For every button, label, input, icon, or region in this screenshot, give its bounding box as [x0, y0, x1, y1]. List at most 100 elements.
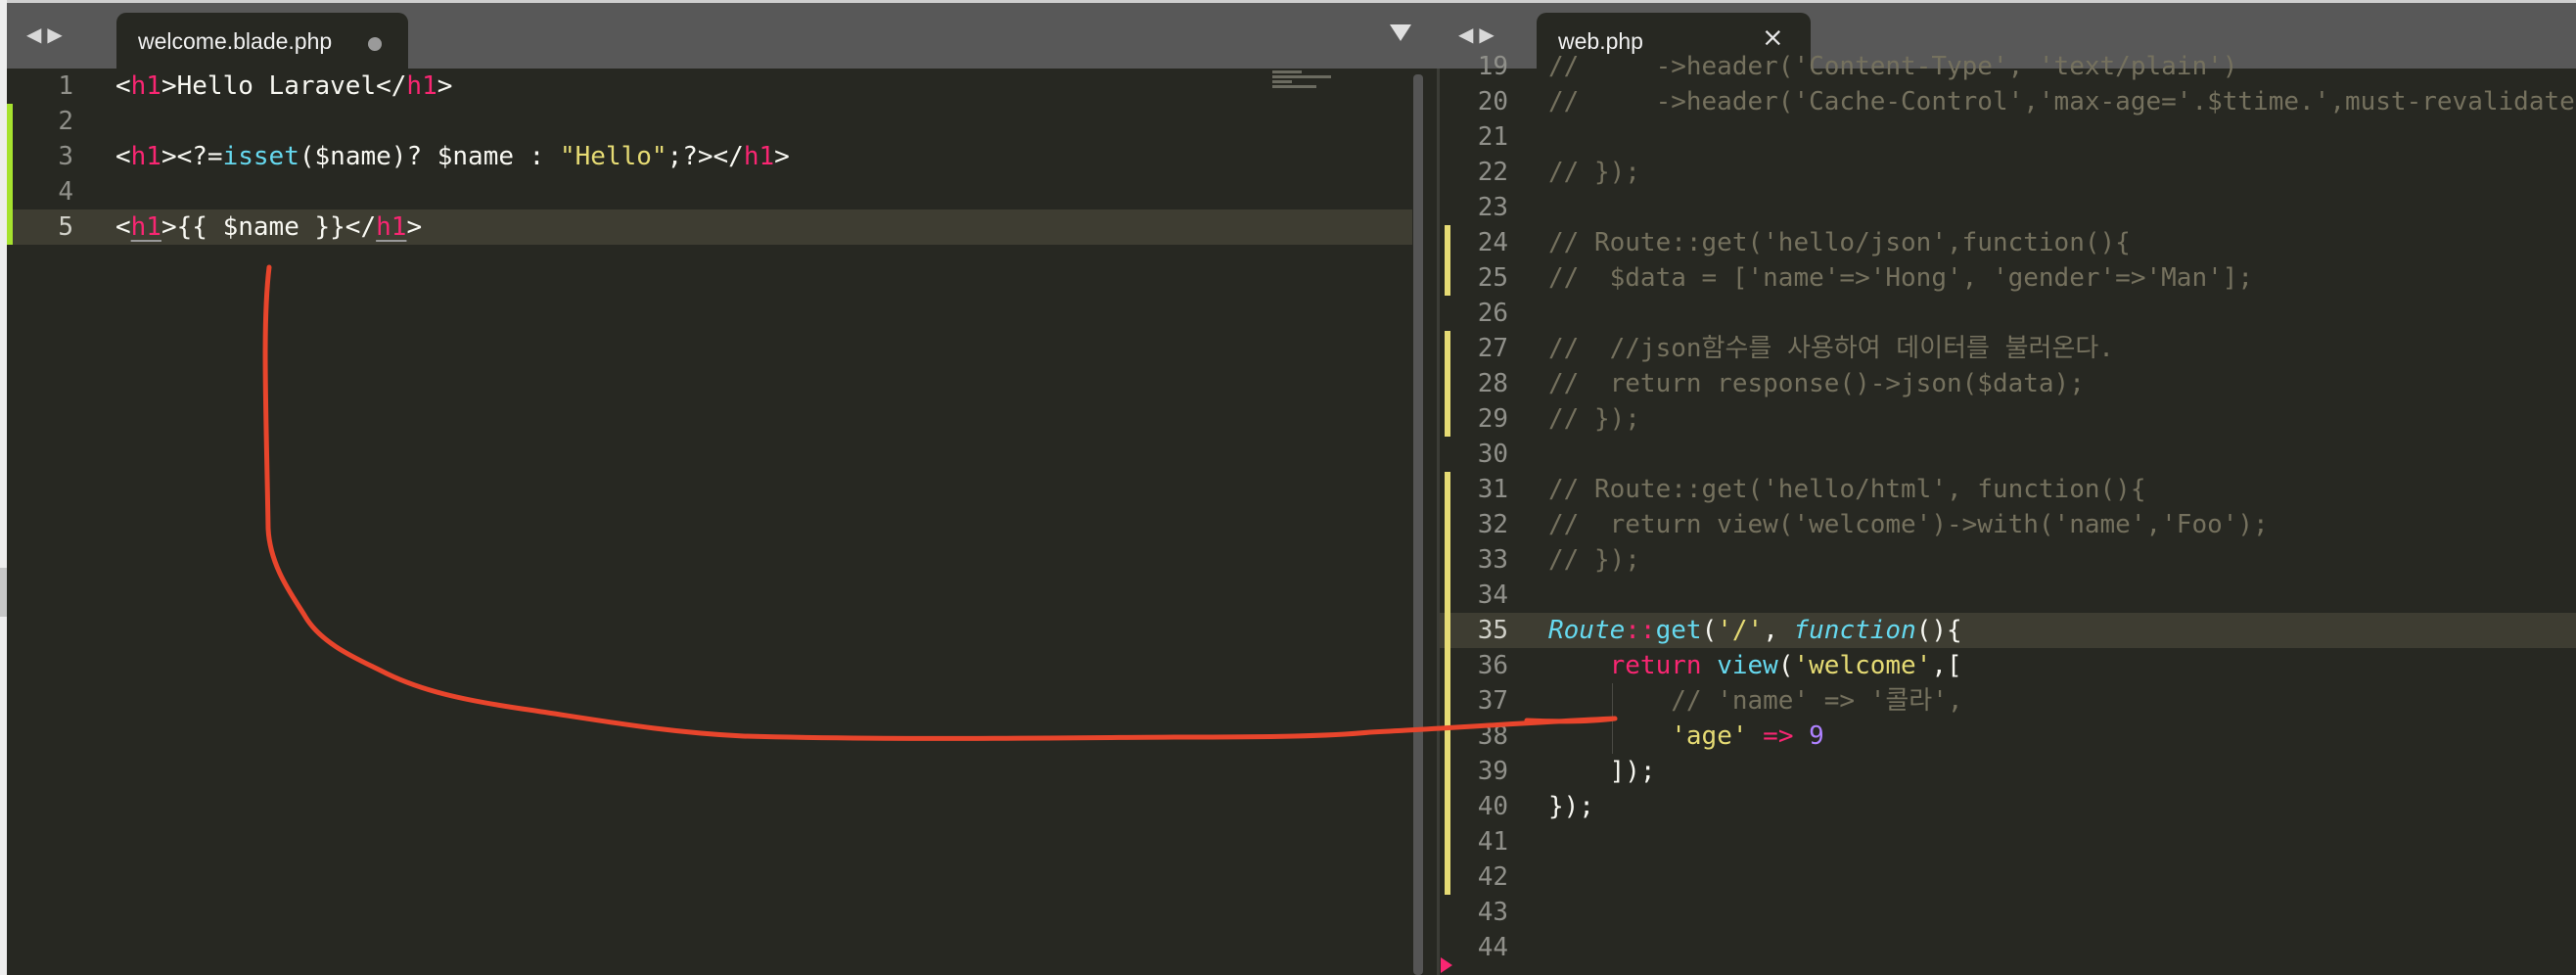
code-token: h1	[376, 212, 407, 242]
tab-dropdown-icon[interactable]	[1390, 24, 1411, 41]
code-text: // 'name' => '콜라',	[1548, 683, 1963, 719]
code-token: get	[1655, 616, 1702, 645]
line-number: 20	[1477, 87, 1508, 116]
right-code-editor[interactable]: 19 // ->header('Content-Type', 'text/plai…	[1440, 52, 2576, 965]
code-line[interactable]: 1 <h1>Hello Laravel</h1>	[7, 69, 1412, 104]
code-token: isset	[222, 142, 299, 171]
code-line[interactable]: 33 // });	[1440, 542, 2576, 578]
code-line[interactable]: 2	[7, 104, 1412, 139]
code-line[interactable]: 21	[1440, 119, 2576, 155]
code-token: ::	[1625, 616, 1656, 645]
line-number: 27	[1477, 334, 1508, 363]
code-line[interactable]: 5 <h1>{{ $name }}</h1>	[7, 209, 1412, 245]
line-number: 34	[1477, 580, 1508, 610]
code-token: h1	[130, 212, 161, 242]
code-line[interactable]: 27 // //json함수를 사용하여 데이터를 불러온다.	[1440, 331, 2576, 366]
code-line[interactable]: 23	[1440, 190, 2576, 225]
tab-welcome-blade[interactable]: welcome.blade.php	[116, 13, 408, 71]
forward-arrow-icon[interactable]: ▶	[1479, 23, 1499, 46]
line-number: 21	[1477, 122, 1508, 152]
code-text: });	[1548, 789, 1594, 824]
code-text: // Route::get('hello/json',function(){	[1548, 225, 2131, 260]
tab-bar-gap	[1419, 0, 1439, 69]
code-line[interactable]: 20 // ->header('Cache-Control','max-age='…	[1440, 84, 2576, 119]
code-line[interactable]: 42	[1440, 859, 2576, 895]
line-number: 39	[1477, 757, 1508, 786]
code-text: // ->header('Cache-Control','max-age='.$…	[1548, 84, 2576, 119]
line-number: 24	[1477, 228, 1508, 257]
code-token: ;?></	[667, 142, 744, 171]
code-line[interactable]: 25 // $data = ['name'=>'Hong', 'gender'=>…	[1440, 260, 2576, 296]
code-line[interactable]: 36 return view('welcome',[	[1440, 648, 2576, 683]
code-line[interactable]: 38 'age' => 9	[1440, 719, 2576, 754]
vertical-scrollbar[interactable]	[1413, 74, 1423, 975]
line-number: 26	[1477, 299, 1508, 328]
code-line[interactable]: 3 <h1><?=isset($name)? $name : "Hello";?>…	[7, 139, 1412, 174]
left-code-editor[interactable]: 1 <h1>Hello Laravel</h1> 2 3 <h1><?=isset($n…	[7, 69, 1412, 245]
code-line[interactable]: 4	[7, 174, 1412, 209]
code-token: // ->header('Cache-Control','max-age='.$…	[1548, 87, 2576, 116]
code-line[interactable]: 24 // Route::get('hello/json',function(){	[1440, 225, 2576, 260]
code-token: ]);	[1548, 757, 1656, 786]
code-line[interactable]: 39 ]);	[1440, 754, 2576, 789]
code-line[interactable]: 44	[1440, 930, 2576, 965]
line-number: 33	[1477, 545, 1508, 575]
line-number: 29	[1477, 404, 1508, 434]
code-token: // Route::get('hello/html', function(){	[1548, 475, 2146, 504]
code-line[interactable]: 40});	[1440, 789, 2576, 824]
code-text: // Route::get('hello/html', function(){	[1548, 472, 2145, 507]
code-line[interactable]: 41	[1440, 824, 2576, 859]
code-text: <h1><?=isset($name)? $name : "Hello";?><…	[115, 139, 790, 174]
code-token: // 'name' => '콜라',	[1671, 686, 1963, 716]
code-token: >Hello Laravel</	[161, 71, 407, 101]
code-line[interactable]: 26	[1440, 296, 2576, 331]
code-token: <	[115, 212, 131, 242]
code-token: h1	[130, 142, 161, 171]
code-line[interactable]: 35 Route::get('/', function(){	[1440, 613, 2576, 648]
unsaved-dot-icon[interactable]	[368, 37, 382, 51]
code-token: h1	[406, 71, 437, 101]
code-token: return	[1609, 651, 1702, 680]
line-number: 40	[1477, 792, 1508, 821]
code-token: // });	[1548, 545, 1640, 575]
code-line[interactable]: 30	[1440, 437, 2576, 472]
line-number: 22	[1477, 158, 1508, 187]
code-token: 9	[1809, 721, 1824, 751]
code-text: // });	[1548, 155, 1640, 190]
code-line[interactable]: 34	[1440, 578, 2576, 613]
line-number: 3	[58, 142, 73, 171]
code-line[interactable]: 32 // return view('welcome')->with('name'…	[1440, 507, 2576, 542]
code-token: =>	[1763, 721, 1794, 751]
code-line[interactable]: 37 // 'name' => '콜라',	[1440, 683, 2576, 719]
code-token: (	[1777, 651, 1794, 680]
code-line[interactable]: 29 // });	[1440, 401, 2576, 437]
line-number: 5	[58, 212, 73, 242]
code-token: >	[437, 71, 453, 101]
line-number: 43	[1477, 898, 1508, 927]
code-token: ($name)? $name :	[299, 142, 560, 171]
code-token: (){	[1915, 616, 1962, 645]
code-token: ,	[1763, 616, 1794, 645]
code-line[interactable]: 31 // Route::get('hello/html', function()…	[1440, 472, 2576, 507]
code-token: // //json함수를 사용하여 데이터를 불러온다.	[1548, 334, 2114, 363]
forward-arrow-icon[interactable]: ▶	[47, 23, 68, 46]
code-token: h1	[743, 142, 775, 171]
line-number: 42	[1477, 862, 1508, 892]
back-arrow-icon[interactable]: ◀	[1458, 23, 1479, 46]
screenshot-root: ◀▶ welcome.blade.php ◀▶ web.php × 1 <h1>H…	[0, 0, 2576, 975]
code-text: ]);	[1548, 754, 1656, 789]
code-text: // ->header('Content-Type', 'text/plain'…	[1548, 49, 2237, 84]
code-token: h1	[130, 71, 161, 101]
line-number: 35	[1477, 616, 1508, 645]
code-text: 'age' => 9	[1548, 719, 1824, 754]
code-token: >{{ $name }}</	[161, 212, 377, 242]
code-line[interactable]: 22 // });	[1440, 155, 2576, 190]
minimap[interactable]	[1272, 69, 1360, 92]
left-tab-bar: ◀▶ welcome.blade.php	[7, 0, 1419, 71]
code-line[interactable]: 43	[1440, 895, 2576, 930]
code-token: '/'	[1717, 616, 1764, 645]
code-line[interactable]: 28 // return response()->json($data);	[1440, 366, 2576, 401]
code-line[interactable]: 19 // ->header('Content-Type', 'text/plai…	[1440, 49, 2576, 84]
back-arrow-icon[interactable]: ◀	[26, 23, 47, 46]
line-number: 19	[1477, 52, 1508, 81]
